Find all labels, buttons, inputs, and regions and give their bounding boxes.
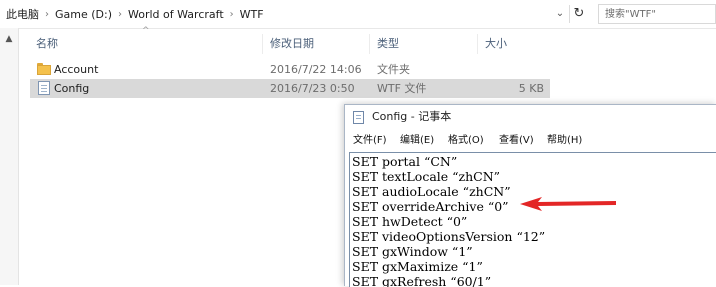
file-type: WTF 文件 xyxy=(377,82,427,95)
breadcrumb-game-drive[interactable]: Game (D:) xyxy=(55,8,112,21)
column-header-size[interactable]: 大小 xyxy=(485,34,507,54)
file-name: Account xyxy=(54,63,99,76)
sort-ascending-icon: ^ xyxy=(142,26,150,36)
chevron-right-icon[interactable]: › xyxy=(45,9,49,20)
search-box[interactable] xyxy=(598,4,716,24)
file-name: Config xyxy=(54,82,90,95)
refresh-icon[interactable]: ↻ xyxy=(569,5,588,23)
nav-scrollbar[interactable]: ▲ xyxy=(0,28,19,285)
chevron-right-icon[interactable]: › xyxy=(230,9,234,20)
column-divider[interactable] xyxy=(369,34,370,54)
notepad-menubar: 文件(F) 编辑(E) 格式(O) 查看(V) 帮助(H) xyxy=(345,132,716,150)
menu-file[interactable]: 文件(F) xyxy=(353,132,387,150)
search-input[interactable] xyxy=(599,5,715,23)
notepad-window[interactable]: Config - 记事本 文件(F) 编辑(E) 格式(O) 查看(V) 帮助(… xyxy=(344,104,716,287)
column-header-modified[interactable]: 修改日期 xyxy=(270,34,314,54)
config-line: SET gxRefresh “60/1” xyxy=(352,274,492,287)
menu-help[interactable]: 帮助(H) xyxy=(547,132,582,150)
config-line: SET hwDetect “0” xyxy=(352,214,468,229)
config-line: SET gxMaximize “1” xyxy=(352,259,483,274)
file-modified: 2016/7/22 14:06 xyxy=(270,63,362,76)
column-divider[interactable] xyxy=(262,34,263,54)
scroll-up-icon[interactable]: ▲ xyxy=(2,32,16,46)
config-file-icon xyxy=(38,81,50,95)
file-size: 5 KB xyxy=(518,82,544,95)
notepad-titlebar[interactable]: Config - 记事本 xyxy=(345,105,716,129)
breadcrumb-wtf[interactable]: WTF xyxy=(240,8,264,21)
chevron-right-icon[interactable]: › xyxy=(118,9,122,20)
column-header-name[interactable]: 名称 xyxy=(36,34,58,54)
column-divider[interactable] xyxy=(477,34,478,54)
file-type: 文件夹 xyxy=(377,63,410,76)
config-line: SET gxWindow “1” xyxy=(352,244,473,259)
menu-view[interactable]: 查看(V) xyxy=(499,132,534,150)
column-header-type[interactable]: 类型 xyxy=(377,34,399,54)
notepad-icon xyxy=(353,111,364,124)
chevron-down-icon[interactable]: ⌄ xyxy=(553,6,567,22)
address-bar[interactable]: 此电脑 › Game (D:) › World of Warcraft › WT… xyxy=(0,0,716,29)
config-line: SET audioLocale “zhCN” xyxy=(352,184,511,199)
notepad-text-area[interactable]: SET portal “CN” SET textLocale “zhCN” SE… xyxy=(349,152,716,287)
config-line: SET portal “CN” xyxy=(352,154,458,169)
menu-edit[interactable]: 编辑(E) xyxy=(400,132,434,150)
file-row-config[interactable]: Config 2016/7/23 0:50 WTF 文件 5 KB xyxy=(30,79,550,98)
notepad-title: Config - 记事本 xyxy=(372,110,452,123)
annotation-arrow-icon xyxy=(520,197,616,211)
config-line: SET textLocale “zhCN” xyxy=(352,169,501,184)
folder-icon xyxy=(37,63,51,75)
config-line-override-archive: SET overrideArchive “0” xyxy=(352,199,509,214)
menu-format[interactable]: 格式(O) xyxy=(448,132,484,150)
breadcrumb-wow[interactable]: World of Warcraft xyxy=(128,8,224,21)
config-line: SET videoOptionsVersion “12” xyxy=(352,229,546,244)
breadcrumb-this-pc[interactable]: 此电脑 xyxy=(6,6,39,22)
breadcrumb: 此电脑 › Game (D:) › World of Warcraft › WT… xyxy=(6,6,264,22)
file-modified: 2016/7/23 0:50 xyxy=(270,82,355,95)
file-row-account[interactable]: Account 2016/7/22 14:06 文件夹 xyxy=(30,60,550,79)
